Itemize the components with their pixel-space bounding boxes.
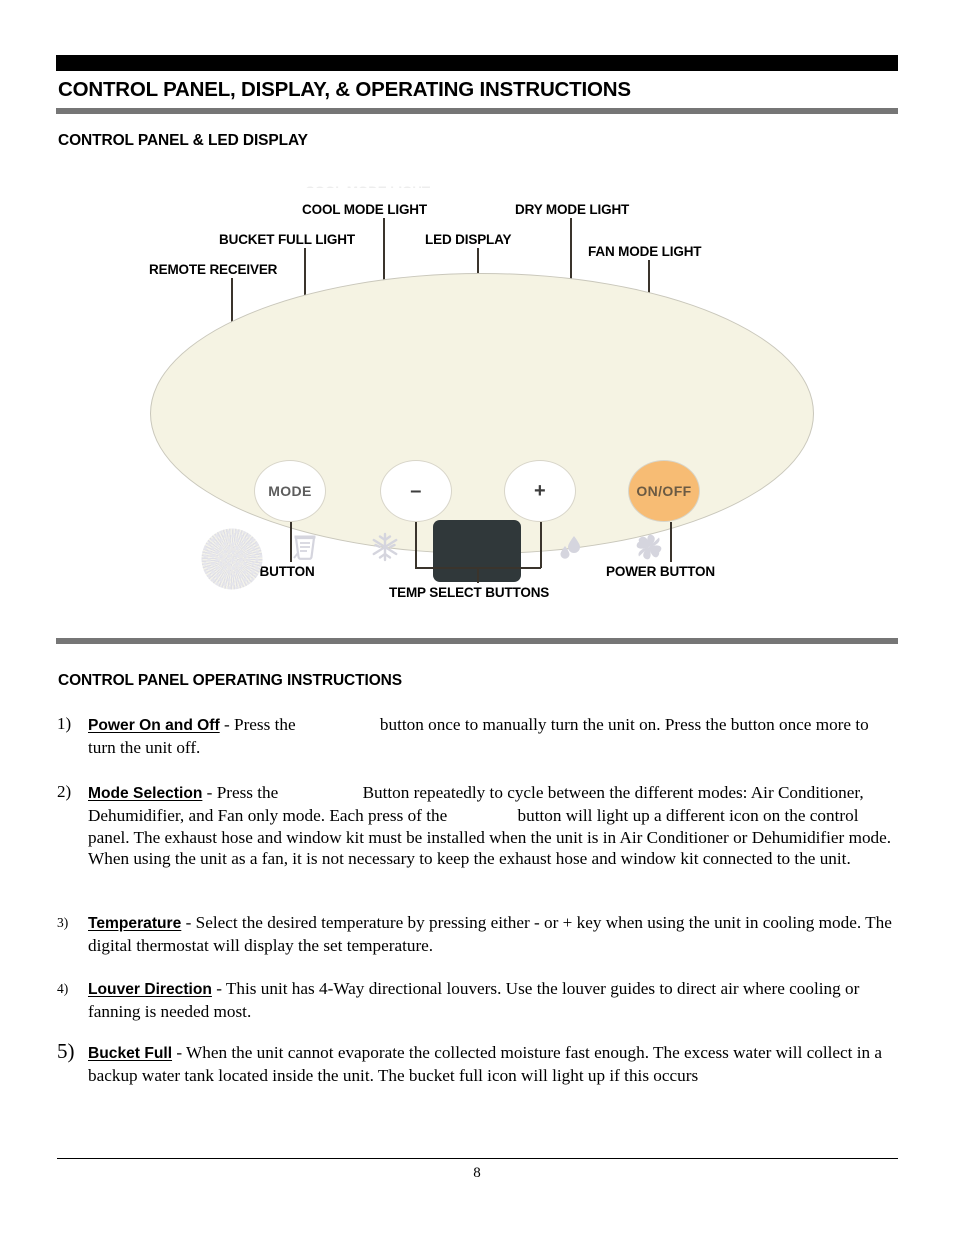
mode-button[interactable]: MODE <box>254 460 326 522</box>
leader-line-mode-button <box>290 522 292 562</box>
instruction-term-3: Temperature <box>88 915 182 932</box>
instruction-text-1a: - Press the <box>219 715 300 734</box>
instruction-item-1: 1) Power On and Off - Press the button o… <box>57 714 899 759</box>
instruction-text-5: - When the unit cannot evaporate the col… <box>88 1043 883 1085</box>
instructions-divider <box>56 638 898 644</box>
leader-line-temp-select <box>477 567 479 583</box>
bucket-full-icon <box>292 532 318 567</box>
callout-label-temp-select-buttons: TEMP SELECT BUTTONS <box>389 585 550 600</box>
footer-divider <box>57 1158 898 1160</box>
leader-line-temp-minus <box>415 522 417 568</box>
instruction-number-2: 2) <box>57 782 72 801</box>
water-droplets-icon <box>557 534 587 567</box>
page-number: 8 <box>473 1165 481 1181</box>
instruction-number-5: 5) <box>57 1039 75 1063</box>
minus-icon: – <box>410 479 422 502</box>
instruction-item-5: 5) Bucket Full - When the unit cannot ev… <box>57 1039 899 1087</box>
control-panel-diagram: COOL MODE LIGHT REMOTE RECEIVER BUCKET F… <box>0 170 954 620</box>
header-divider <box>56 108 898 114</box>
mode-button-label: MODE <box>268 483 312 499</box>
instruction-item-3: 3) Temperature - Select the desired temp… <box>57 912 899 957</box>
instruction-body-5: Bucket Full - When the unit cannot evapo… <box>88 1042 899 1087</box>
instruction-item-2: 2) Mode Selection - Press the Button rep… <box>57 782 899 870</box>
instruction-number-3: 3) <box>57 915 69 930</box>
instruction-body-1: Power On and Off - Press the button once… <box>88 714 899 759</box>
instruction-body-4: Louver Direction - This unit has 4-Way d… <box>88 978 899 1023</box>
plus-icon: + <box>533 479 547 502</box>
temp-increase-button[interactable]: + <box>504 460 576 522</box>
snowflake-icon <box>371 532 399 567</box>
leader-line-power-button <box>670 522 672 562</box>
instruction-body-2: Mode Selection - Press the Button repeat… <box>88 782 899 870</box>
section-heading-operating-instructions: CONTROL PANEL OPERATING INSTRUCTIONS <box>58 672 403 689</box>
instruction-term-4: Louver Direction <box>88 981 212 998</box>
clipped-label-remnant: COOL MODE LIGHT <box>305 184 430 188</box>
instruction-number-1: 1) <box>57 714 72 733</box>
callout-label-led-display: LED DISPLAY <box>425 232 512 247</box>
control-panel-surface <box>150 273 814 554</box>
callout-label-remote-receiver: REMOTE RECEIVER <box>149 262 278 277</box>
leader-line-temp-plus <box>540 522 542 568</box>
fan-blade-icon <box>634 532 664 567</box>
instruction-text-2a: - Press the <box>202 783 283 802</box>
instruction-term-2: Mode Selection <box>88 785 203 802</box>
section-heading-control-panel-display: CONTROL PANEL & LED DISPLAY <box>58 132 308 149</box>
callout-label-fan-mode-light: FAN MODE LIGHT <box>588 244 702 259</box>
instruction-term-1: Power On and Off <box>88 717 220 734</box>
power-button[interactable]: ON/OFF <box>628 460 700 522</box>
power-button-label: ON/OFF <box>636 483 692 499</box>
header-black-bar <box>56 55 898 71</box>
remote-receiver-icon <box>201 528 263 590</box>
instruction-term-5: Bucket Full <box>88 1045 173 1062</box>
callout-label-dry-mode-light: DRY MODE LIGHT <box>515 202 630 217</box>
instruction-text-3: - Select the desired temperature by pres… <box>88 913 892 955</box>
instruction-number-4: 4) <box>57 981 69 996</box>
callout-label-bucket-full-light: BUCKET FULL LIGHT <box>219 232 355 247</box>
page-title: CONTROL PANEL, DISPLAY, & OPERATING INST… <box>58 78 631 101</box>
callout-label-cool-mode-light: COOL MODE LIGHT <box>302 202 427 217</box>
instruction-body-3: Temperature - Select the desired tempera… <box>88 912 899 957</box>
instruction-item-4: 4) Louver Direction - This unit has 4-Wa… <box>57 978 899 1023</box>
temp-decrease-button[interactable]: – <box>380 460 452 522</box>
